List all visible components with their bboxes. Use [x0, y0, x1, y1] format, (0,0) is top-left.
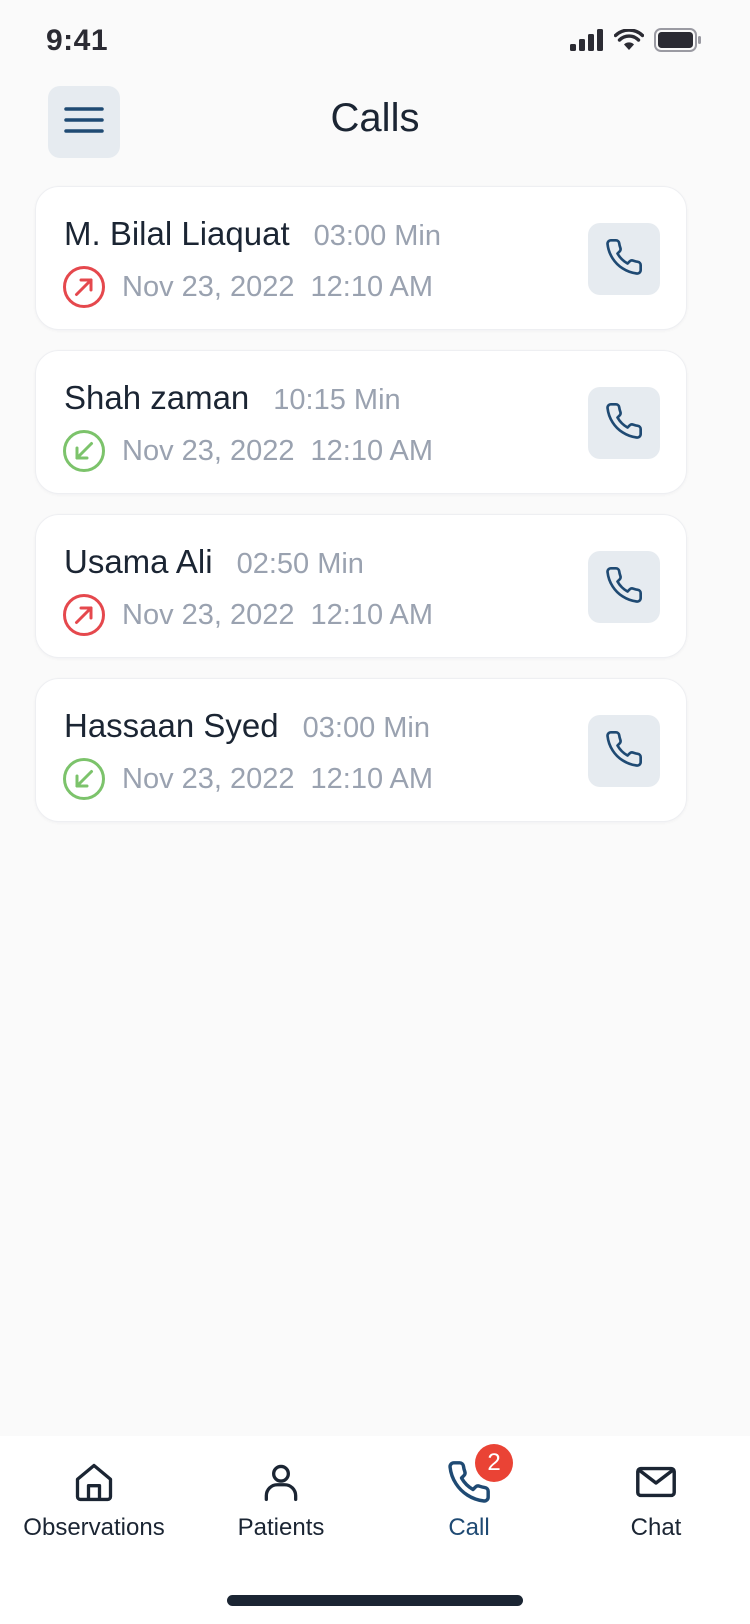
call-back-button[interactable] — [588, 551, 660, 623]
mail-icon — [632, 1458, 680, 1506]
home-indicator — [227, 1595, 523, 1606]
call-time: 12:10 AM — [310, 598, 434, 631]
outgoing-call-icon — [62, 265, 106, 309]
call-duration: 03:00 Min — [313, 220, 441, 252]
call-meta-row: Nov 23, 2022 12:10 AM — [62, 265, 433, 309]
incoming-call-icon — [62, 429, 106, 473]
battery-icon — [654, 28, 702, 57]
call-back-button[interactable] — [588, 387, 660, 459]
call-list: M. Bilal Liaquat 03:00 Min Nov 23, 2022 … — [35, 186, 687, 842]
call-duration: 10:15 Min — [273, 384, 401, 416]
call-list-item[interactable]: Hassaan Syed 03:00 Min Nov 23, 2022 12:1… — [35, 678, 687, 822]
call-name-row: Hassaan Syed 03:00 Min — [64, 707, 430, 745]
status-icons — [570, 28, 702, 57]
call-back-button[interactable] — [588, 223, 660, 295]
notification-badge: 2 — [475, 1444, 513, 1482]
nav-label: Observations — [23, 1514, 165, 1541]
person-icon — [257, 1458, 305, 1506]
nav-item-call[interactable]: 2 Call — [375, 1444, 563, 1542]
call-meta-row: Nov 23, 2022 12:10 AM — [62, 593, 433, 637]
incoming-call-icon — [62, 757, 106, 801]
call-list-item[interactable]: Shah zaman 10:15 Min Nov 23, 2022 12:10 … — [35, 350, 687, 494]
caller-name: Hassaan Syed — [64, 707, 279, 744]
outgoing-call-icon — [62, 593, 106, 637]
call-duration: 03:00 Min — [302, 712, 430, 744]
status-bar: 9:41 — [0, 0, 750, 84]
call-date: Nov 23, 2022 — [122, 434, 295, 467]
nav-item-patients[interactable]: Patients — [187, 1458, 375, 1542]
nav-item-chat[interactable]: Chat — [562, 1458, 750, 1542]
signal-icon — [570, 29, 604, 56]
call-time: 12:10 AM — [310, 762, 434, 795]
caller-name: Shah zaman — [64, 379, 250, 416]
call-name-row: Usama Ali 02:50 Min — [64, 543, 364, 581]
call-date: Nov 23, 2022 — [122, 598, 295, 631]
call-back-button[interactable] — [588, 715, 660, 787]
phone-icon — [604, 237, 644, 282]
status-time: 9:41 — [46, 24, 109, 57]
call-meta-row: Nov 23, 2022 12:10 AM — [62, 429, 433, 473]
call-list-item[interactable]: M. Bilal Liaquat 03:00 Min Nov 23, 2022 … — [35, 186, 687, 330]
phone-icon — [604, 565, 644, 610]
phone-icon — [604, 729, 644, 774]
page-title: Calls — [330, 96, 420, 140]
nav-label: Patients — [237, 1514, 325, 1541]
call-duration: 02:50 Min — [236, 548, 364, 580]
nav-item-observations[interactable]: Observations — [0, 1458, 188, 1542]
caller-name: Usama Ali — [64, 543, 213, 580]
phone-icon: 2 — [445, 1444, 513, 1506]
call-date: Nov 23, 2022 — [122, 762, 295, 795]
nav-label: Call — [448, 1514, 490, 1541]
phone-icon — [604, 401, 644, 446]
bottom-nav: Observations Patients 2 Call Chat — [0, 1436, 750, 1624]
nav-label: Chat — [630, 1514, 682, 1541]
wifi-icon — [613, 28, 645, 56]
call-name-row: M. Bilal Liaquat 03:00 Min — [64, 215, 441, 253]
call-list-item[interactable]: Usama Ali 02:50 Min Nov 23, 2022 12:10 A… — [35, 514, 687, 658]
header: Calls — [0, 86, 750, 158]
call-date: Nov 23, 2022 — [122, 270, 295, 303]
caller-name: M. Bilal Liaquat — [64, 215, 290, 252]
call-time: 12:10 AM — [310, 434, 434, 467]
call-name-row: Shah zaman 10:15 Min — [64, 379, 401, 417]
home-icon — [70, 1458, 118, 1506]
call-time: 12:10 AM — [310, 270, 434, 303]
call-meta-row: Nov 23, 2022 12:10 AM — [62, 757, 433, 801]
